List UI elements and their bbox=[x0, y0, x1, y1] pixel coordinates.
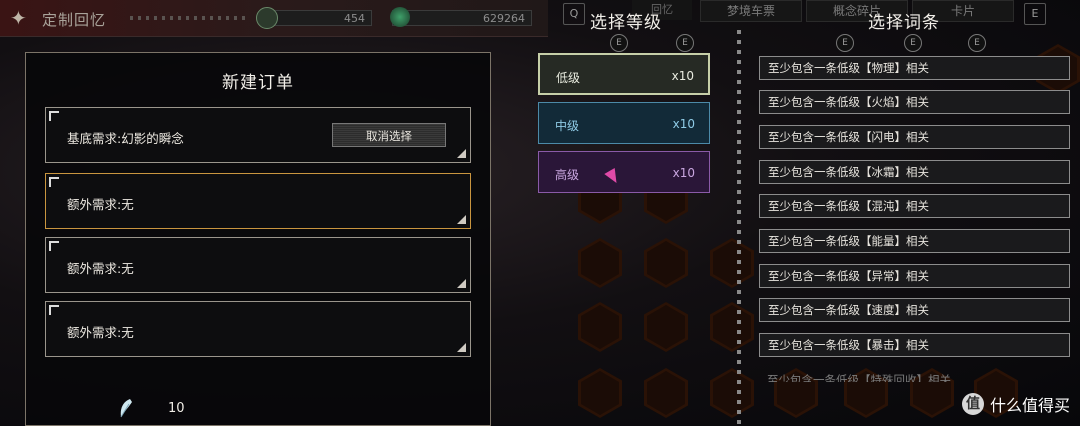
extra-requirement-label: 额外需求:无 bbox=[67, 325, 134, 340]
affix-option[interactable]: 至少包含一条低级【闪电】相关 bbox=[759, 125, 1070, 149]
level-option-high[interactable]: 高级 x10 bbox=[538, 151, 710, 193]
equip-marker-icon: E bbox=[968, 34, 986, 52]
corner-triangle-icon bbox=[457, 149, 466, 158]
base-requirement-label: 基底需求:幻影的瞬念 bbox=[67, 131, 184, 146]
affix-option[interactable]: 至少包含一条低级【火焰】相关 bbox=[759, 90, 1070, 114]
base-requirement-card[interactable]: 基底需求:幻影的瞬念 取消选择 bbox=[45, 107, 471, 163]
inventory-slot bbox=[644, 238, 688, 288]
prev-tab-key[interactable]: Q bbox=[563, 3, 585, 25]
extra-requirement-card-2[interactable]: 额外需求:无 bbox=[45, 237, 471, 293]
equip-marker-icon: E bbox=[904, 34, 922, 52]
level-option-mid[interactable]: 中级 x10 bbox=[538, 102, 710, 144]
equip-marker-icon: E bbox=[676, 34, 694, 52]
level-name: 低级 bbox=[556, 71, 581, 85]
level-option-low[interactable]: 低级 x10 bbox=[538, 53, 710, 95]
feather-currency-icon bbox=[256, 7, 278, 29]
equip-marker-icon: E bbox=[610, 34, 628, 52]
level-name: 中级 bbox=[555, 119, 580, 133]
tab-dream-ticket[interactable]: 梦境车票 bbox=[700, 0, 802, 22]
panel-title: 新建订单 bbox=[222, 73, 294, 93]
affix-option-partial[interactable]: 至少包含一条低级【特殊回收】相关 bbox=[759, 368, 1070, 382]
currency-count: 10 bbox=[168, 401, 185, 416]
star-icon: ✦ bbox=[10, 6, 27, 30]
level-count: x10 bbox=[672, 117, 695, 131]
progress-dots bbox=[130, 16, 250, 20]
inventory-slot bbox=[710, 238, 754, 288]
inventory-slot bbox=[578, 238, 622, 288]
corner-triangle-icon bbox=[457, 343, 466, 352]
chain-divider bbox=[737, 30, 741, 426]
affix-column-title: 选择词条 bbox=[868, 13, 940, 33]
inventory-slot bbox=[578, 302, 622, 352]
new-order-panel: 新建订单 基底需求:幻影的瞬念 取消选择 额外需求:无 额外需求:无 额外需求:… bbox=[25, 52, 491, 426]
feather-icon bbox=[120, 399, 132, 418]
corner-decoration bbox=[49, 111, 59, 121]
level-name: 高级 bbox=[555, 168, 580, 182]
affix-option[interactable]: 至少包含一条低级【混沌】相关 bbox=[759, 194, 1070, 218]
level-count: x10 bbox=[671, 69, 694, 83]
affix-option[interactable]: 至少包含一条低级【速度】相关 bbox=[759, 298, 1070, 322]
extra-requirement-label: 额外需求:无 bbox=[67, 197, 134, 212]
watermark-text: 什么值得买 bbox=[989, 396, 1070, 415]
affix-option[interactable]: 至少包含一条低级【物理】相关 bbox=[759, 56, 1070, 80]
extra-requirement-card-1[interactable]: 额外需求:无 bbox=[45, 173, 471, 229]
equip-marker-icon: E bbox=[836, 34, 854, 52]
inventory-slot bbox=[710, 302, 754, 352]
affix-option[interactable]: 至少包含一条低级【冰霜】相关 bbox=[759, 160, 1070, 184]
extra-requirement-card-3[interactable]: 额外需求:无 bbox=[45, 301, 471, 357]
resource-counter-gem: 629264 bbox=[392, 10, 532, 26]
next-tab-key[interactable]: E bbox=[1024, 3, 1046, 25]
gem-currency-icon bbox=[390, 7, 410, 27]
inventory-slot bbox=[710, 368, 754, 418]
watermark-logo-icon: 值 bbox=[961, 393, 984, 415]
extra-requirement-label: 额外需求:无 bbox=[67, 261, 134, 276]
corner-decoration bbox=[49, 177, 59, 187]
affix-option[interactable]: 至少包含一条低级【能量】相关 bbox=[759, 229, 1070, 253]
corner-decoration bbox=[49, 305, 59, 315]
inventory-slot bbox=[578, 368, 622, 418]
level-count: x10 bbox=[672, 166, 695, 180]
corner-triangle-icon bbox=[457, 215, 466, 224]
corner-decoration bbox=[49, 241, 59, 251]
corner-triangle-icon bbox=[457, 279, 466, 288]
affix-option[interactable]: 至少包含一条低级【暴击】相关 bbox=[759, 333, 1070, 357]
screen-title: 定制回忆 bbox=[42, 11, 107, 29]
affix-option[interactable]: 至少包含一条低级【异常】相关 bbox=[759, 264, 1070, 288]
level-column-title: 选择等级 bbox=[590, 13, 662, 33]
inventory-slot bbox=[644, 302, 688, 352]
watermark: 值 什么值得买 bbox=[961, 392, 1070, 416]
cancel-selection-button[interactable]: 取消选择 bbox=[332, 123, 446, 147]
inventory-slot bbox=[644, 368, 688, 418]
